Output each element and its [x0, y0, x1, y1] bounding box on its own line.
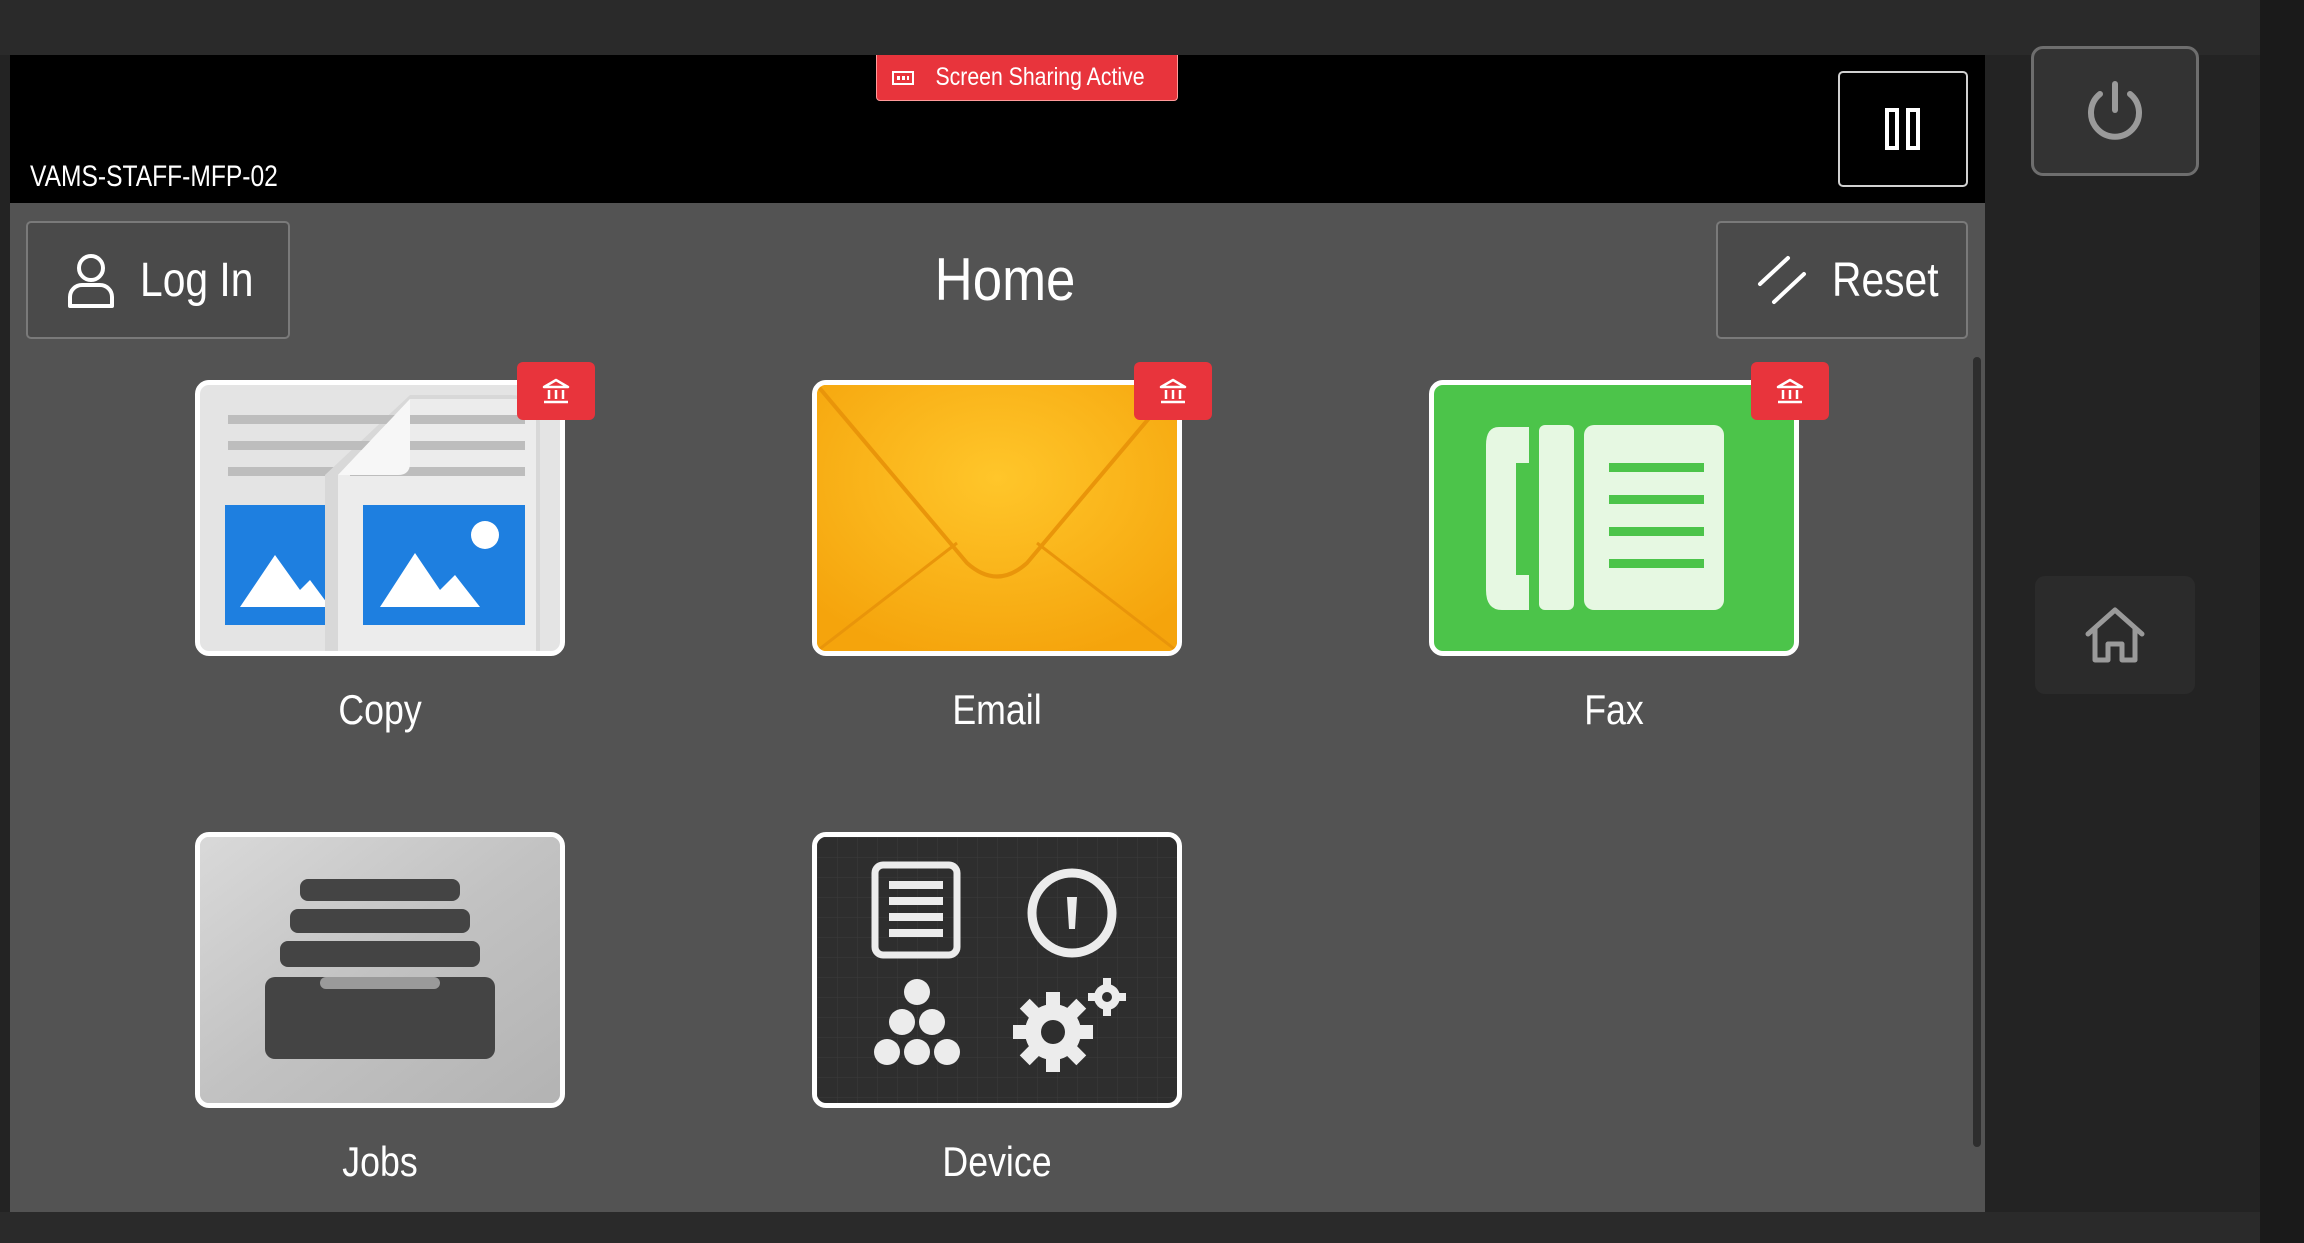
login-button[interactable]: Log In — [26, 221, 290, 339]
copy-icon — [195, 380, 565, 656]
user-icon — [68, 254, 114, 308]
app-tile-jobs[interactable]: Jobs — [195, 832, 565, 1186]
bank-badge — [1134, 362, 1212, 420]
login-label: Log In — [140, 253, 254, 307]
page-title: Home — [934, 246, 1076, 313]
status-bar: VAMS-STAFF-MFP-02 Screen Sharing Active — [10, 55, 1985, 203]
envelope-icon — [812, 380, 1182, 656]
app-tile-device[interactable]: Device — [812, 832, 1182, 1186]
bank-icon — [1776, 378, 1804, 404]
app-label: Jobs — [342, 1138, 418, 1185]
fax-icon — [1429, 380, 1799, 656]
screen-sharing-text: Screen Sharing Active — [934, 63, 1145, 91]
right-frame — [2260, 0, 2304, 1243]
pause-button[interactable] — [1838, 71, 1968, 187]
power-icon — [2088, 81, 2142, 140]
pause-icon — [1885, 108, 1920, 150]
scrollbar[interactable] — [1973, 357, 1981, 1147]
bottom-frame — [0, 1212, 2260, 1243]
bank-icon — [542, 378, 570, 404]
home-icon — [2085, 607, 2145, 663]
device-settings-icon — [812, 832, 1182, 1108]
app-tile-email[interactable]: Email — [812, 362, 1212, 734]
app-label: Email — [952, 686, 1042, 733]
reset-label: Reset — [1832, 253, 1939, 307]
app-label: Fax — [1584, 686, 1644, 733]
app-label: Device — [942, 1138, 1052, 1185]
reset-button[interactable]: Reset — [1716, 221, 1968, 339]
screen-sharing-badge: Screen Sharing Active — [876, 55, 1178, 101]
touch-screen: VAMS-STAFF-MFP-02 Screen Sharing Active … — [10, 55, 1985, 1212]
top-frame — [0, 0, 2260, 55]
screen-share-icon — [891, 70, 914, 85]
device-name: VAMS-STAFF-MFP-02 — [30, 160, 278, 193]
app-tile-copy[interactable]: Copy — [195, 362, 595, 734]
reset-icon — [1758, 256, 1806, 304]
bank-badge — [1751, 362, 1829, 420]
app-label: Copy — [338, 686, 422, 733]
power-button[interactable] — [2031, 46, 2199, 176]
home-button[interactable] — [2035, 576, 2195, 694]
bank-badge — [517, 362, 595, 420]
bank-icon — [1159, 378, 1187, 404]
app-tile-fax[interactable]: Fax — [1429, 362, 1829, 734]
jobs-drawer-icon — [195, 832, 565, 1108]
